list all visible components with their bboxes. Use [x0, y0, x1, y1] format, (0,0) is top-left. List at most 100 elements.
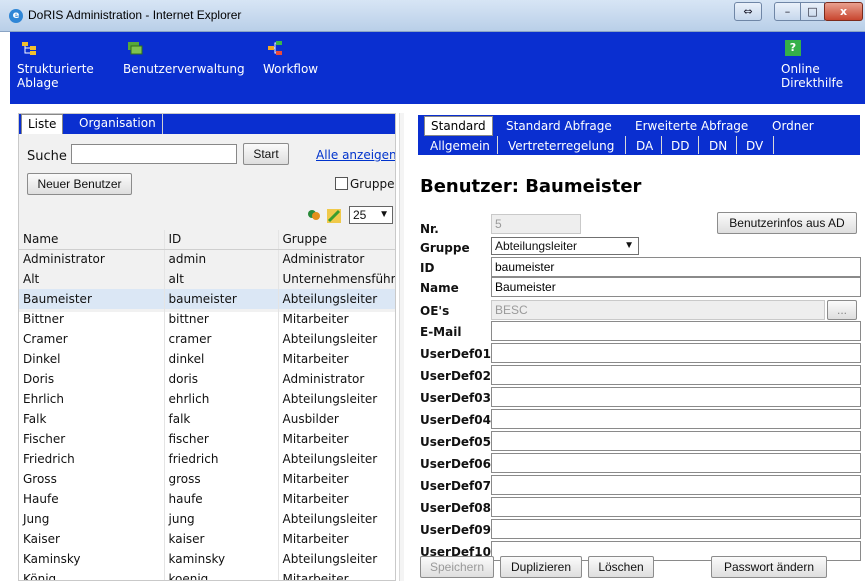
table-row[interactable]: Gross gross Mitarbeiter: [19, 469, 395, 489]
cell-id: doris: [164, 369, 279, 389]
user-filter-icons[interactable]: [305, 207, 349, 225]
cell-name: Baumeister: [19, 289, 165, 309]
user-management-button[interactable]: Benutzerverwaltung: [123, 40, 245, 76]
userdef-label: UserDef03: [420, 391, 491, 405]
userdef-field[interactable]: [491, 365, 861, 385]
cell-name: Falk: [19, 409, 165, 429]
cell-group: Administrator: [278, 369, 395, 389]
table-row[interactable]: Dinkel dinkel Mitarbeiter: [19, 349, 395, 369]
tab-standard[interactable]: Standard: [424, 116, 493, 136]
userdef-label: UserDef05: [420, 435, 491, 449]
tab-dd[interactable]: DD: [671, 137, 689, 157]
folder-tree-icon: [22, 42, 36, 55]
userdef-field[interactable]: [491, 519, 861, 539]
minimize-button[interactable]: –: [774, 2, 801, 21]
table-row[interactable]: Fischer fischer Mitarbeiter: [19, 429, 395, 449]
column-header-group[interactable]: Gruppe: [278, 230, 395, 250]
tab-folder[interactable]: Ordner: [772, 117, 814, 137]
userdef-field[interactable]: [491, 343, 861, 363]
tab-separator: [736, 136, 737, 154]
tab-dv[interactable]: DV: [746, 137, 763, 157]
oe-picker-button[interactable]: ...: [827, 300, 857, 320]
cell-name: Jung: [19, 509, 165, 529]
workflow-button[interactable]: Workflow: [263, 40, 318, 76]
show-all-link[interactable]: Alle anzeigen: [316, 148, 395, 162]
table-row[interactable]: Administrator admin Administrator: [19, 249, 395, 269]
workflow-icon: [268, 41, 282, 55]
tab-substitution[interactable]: Vertreterregelung: [508, 137, 614, 157]
cell-name: Haufe: [19, 489, 165, 509]
tab-advanced-query[interactable]: Erweiterte Abfrage: [635, 117, 748, 137]
back-forward-icon[interactable]: ⇔: [734, 2, 762, 21]
cell-name: Kaminsky: [19, 549, 165, 569]
table-row[interactable]: Alt alt Unternehmensführ: [19, 269, 395, 289]
userdef-field[interactable]: [491, 409, 861, 429]
table-row[interactable]: Ehrlich ehrlich Abteilungsleiter: [19, 389, 395, 409]
table-row[interactable]: Kaminsky kaminsky Abteilungsleiter: [19, 549, 395, 569]
userdef-field[interactable]: [491, 475, 861, 495]
cell-group: Mitarbeiter: [278, 489, 395, 509]
table-row[interactable]: Kaiser kaiser Mitarbeiter: [19, 529, 395, 549]
maximize-button[interactable]: □: [800, 2, 825, 21]
user-list-panel: Liste Organisation Suche Start Alle anze…: [18, 113, 396, 581]
cell-group: Mitarbeiter: [278, 349, 395, 369]
table-row[interactable]: König koenig Mitarbeiter: [19, 569, 395, 580]
tab-list[interactable]: Liste: [21, 114, 64, 134]
search-input[interactable]: [71, 144, 237, 164]
chevron-down-icon: ▼: [624, 240, 634, 251]
column-header-id[interactable]: ID: [164, 230, 279, 250]
userdef-label: UserDef04: [420, 413, 491, 427]
userdef-field[interactable]: [491, 387, 861, 407]
cell-id: friedrich: [164, 449, 279, 469]
email-field[interactable]: [491, 321, 861, 341]
id-field[interactable]: [491, 257, 861, 277]
table-row[interactable]: Baumeister baumeister Abteilungsleiter: [19, 289, 395, 309]
userdef-label: UserDef01: [420, 347, 491, 361]
internet-explorer-icon: e: [9, 9, 23, 23]
tab-separator: [661, 136, 662, 154]
start-button[interactable]: Start: [243, 143, 289, 165]
structured-storage-button[interactable]: Strukturierte Ablage: [17, 40, 94, 90]
name-label: Name: [420, 281, 459, 295]
ad-info-button[interactable]: Benutzerinfos aus AD: [717, 212, 857, 234]
table-row[interactable]: Cramer cramer Abteilungsleiter: [19, 329, 395, 349]
tab-dn[interactable]: DN: [709, 137, 727, 157]
table-row[interactable]: Jung jung Abteilungsleiter: [19, 509, 395, 529]
cell-group: Mitarbeiter: [278, 469, 395, 489]
save-button[interactable]: Speichern: [420, 556, 494, 578]
online-help-button[interactable]: ? Online Direkthilfe: [781, 40, 843, 90]
table-row[interactable]: Falk falk Ausbilder: [19, 409, 395, 429]
tab-general[interactable]: Allgemein: [430, 137, 490, 157]
page-size-select[interactable]: 25 ▼: [349, 206, 393, 224]
tab-organisation[interactable]: Organisation: [73, 114, 163, 134]
table-row[interactable]: Doris doris Administrator: [19, 369, 395, 389]
group-select[interactable]: Abteilungsleiter ▼: [491, 237, 639, 255]
panel-splitter[interactable]: [399, 113, 404, 581]
cell-name: Kaiser: [19, 529, 165, 549]
nr-field: [491, 214, 581, 234]
column-header-name[interactable]: Name: [19, 230, 165, 250]
cell-group: Mitarbeiter: [278, 529, 395, 549]
tab-da[interactable]: DA: [636, 137, 653, 157]
table-row[interactable]: Haufe haufe Mitarbeiter: [19, 489, 395, 509]
duplicate-button[interactable]: Duplizieren: [500, 556, 582, 578]
new-user-button[interactable]: Neuer Benutzer: [27, 173, 132, 195]
groups-checkbox[interactable]: [335, 177, 348, 190]
userdef-field[interactable]: [491, 497, 861, 517]
name-field[interactable]: [491, 277, 861, 297]
tab-standard-query[interactable]: Standard Abfrage: [506, 117, 612, 137]
cell-id: admin: [164, 249, 279, 269]
close-button[interactable]: x: [824, 2, 863, 21]
cell-group: Abteilungsleiter: [278, 389, 395, 409]
userdef-field[interactable]: [491, 431, 861, 451]
nr-label: Nr.: [420, 222, 439, 236]
table-row[interactable]: Friedrich friedrich Abteilungsleiter: [19, 449, 395, 469]
users-label: Benutzerverwaltung: [123, 62, 245, 76]
cell-group: Abteilungsleiter: [278, 289, 395, 309]
change-password-button[interactable]: Passwort ändern: [711, 556, 827, 578]
table-row[interactable]: Bittner bittner Mitarbeiter: [19, 309, 395, 329]
userdef-field[interactable]: [491, 453, 861, 473]
tab-separator: [497, 136, 498, 154]
cell-group: Abteilungsleiter: [278, 449, 395, 469]
delete-button[interactable]: Löschen: [588, 556, 654, 578]
